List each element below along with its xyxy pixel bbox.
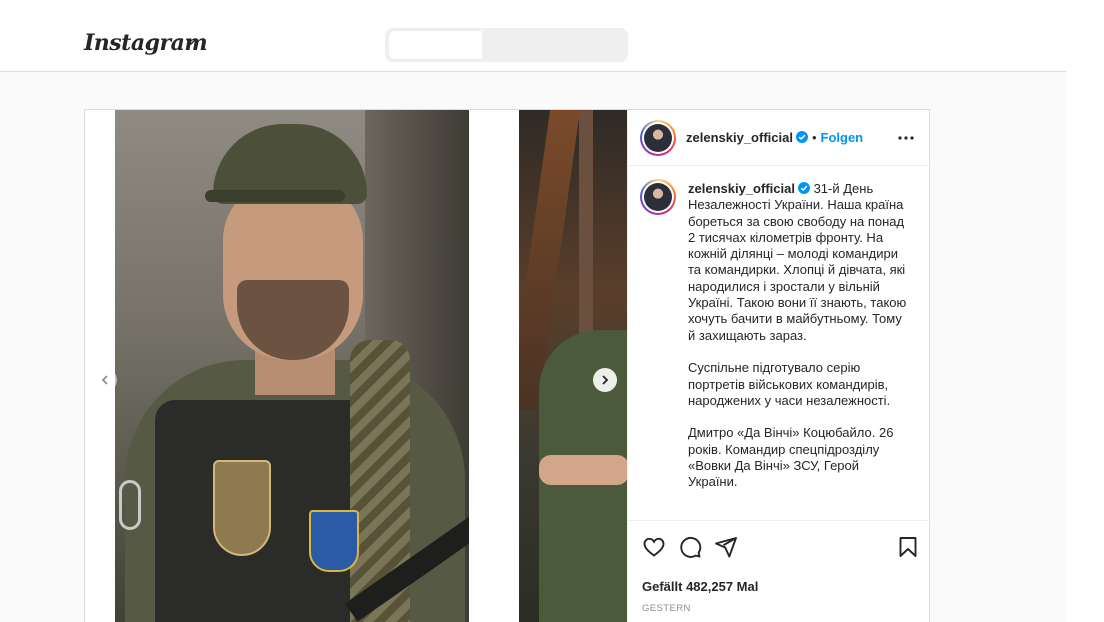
search-input[interactable] (485, 28, 625, 62)
search-bar[interactable] (385, 28, 628, 62)
comment-icon[interactable] (678, 535, 702, 559)
heart-icon[interactable] (642, 535, 666, 559)
post-card: zelenskiy_official • Folgen zelenskiy_offi… (84, 109, 930, 622)
second-portrait-photo (519, 110, 627, 622)
caption-paragraph-1: 31-й День Незалежності України. Наша кра… (688, 181, 907, 343)
photo-crossed-arms (539, 455, 627, 485)
search-field-highlight (389, 31, 482, 59)
caption-paragraph-3: Дмитро «Да Вінчі» Коцюбайло. 26 років. К… (688, 425, 894, 490)
caption-author-avatar[interactable] (640, 179, 676, 215)
author-username[interactable]: zelenskiy_official (686, 130, 793, 145)
post-date[interactable]: GESTERN (642, 603, 691, 614)
verified-badge-icon (795, 131, 808, 143)
photo-carabiner (119, 480, 141, 530)
next-slide-button[interactable] (593, 368, 617, 392)
separator-dot: • (811, 130, 817, 145)
author-avatar[interactable] (640, 120, 676, 156)
post-header: zelenskiy_official • Folgen (628, 110, 930, 166)
chevron-down-icon[interactable] (185, 36, 197, 48)
share-icon[interactable] (714, 535, 738, 559)
previous-slide-button[interactable] (93, 368, 117, 392)
post-media-carousel[interactable] (85, 110, 627, 622)
bookmark-icon[interactable] (896, 535, 920, 559)
caption-username[interactable]: zelenskiy_official (688, 181, 795, 196)
author-line: zelenskiy_official • Folgen (686, 129, 863, 147)
top-navigation-bar: Instagram (0, 0, 1066, 72)
likes-count[interactable]: Gefällt 482,257 Mal (642, 579, 758, 594)
photo-lion-patch (309, 510, 359, 572)
window-edge (1066, 0, 1104, 622)
caption-text: zelenskiy_official 31-й День Незалежност… (688, 181, 910, 507)
photo-trident-patch (213, 460, 271, 556)
more-options-icon[interactable] (896, 128, 916, 148)
photo-cap-brim (205, 190, 345, 202)
follow-button[interactable]: Folgen (821, 130, 864, 145)
soldier-portrait-photo (115, 110, 469, 622)
caption-paragraph-2: Суспільне підготувало серію портретів ві… (688, 360, 891, 408)
chevron-left-icon (101, 375, 108, 385)
post-actions: Gefällt 482,257 Mal GESTERN (628, 520, 930, 622)
caption-area: zelenskiy_official 31-й День Незалежност… (628, 167, 930, 521)
verified-badge-icon (797, 182, 810, 194)
chevron-right-icon (602, 375, 609, 385)
post-sidebar: zelenskiy_official • Folgen zelenskiy_offi… (627, 110, 930, 622)
